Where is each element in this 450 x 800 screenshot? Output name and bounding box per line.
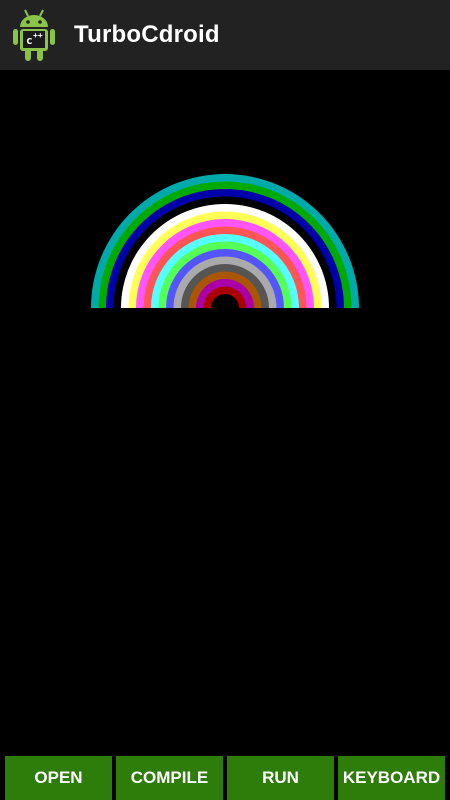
title-bar: c ++ TurboCdroid <box>0 0 450 70</box>
graphics-canvas[interactable] <box>0 70 450 756</box>
run-button[interactable]: RUN <box>227 756 334 800</box>
android-robot-icon[interactable]: c ++ <box>12 7 56 63</box>
bottom-toolbar: OPEN COMPILE RUN KEYBOARD <box>0 756 450 800</box>
svg-text:++: ++ <box>33 31 43 40</box>
android-robot-icon-graphic: c ++ <box>13 9 55 61</box>
compile-button[interactable]: COMPILE <box>116 756 223 800</box>
keyboard-button[interactable]: KEYBOARD <box>338 756 445 800</box>
open-button[interactable]: OPEN <box>5 756 112 800</box>
app-window: c ++ TurboCdroid OPEN COMPILE RUN KEYBOA… <box>0 0 450 800</box>
svg-text:c: c <box>26 34 33 47</box>
rainbow-graphic <box>91 174 359 308</box>
app-title: TurboCdroid <box>74 21 220 48</box>
